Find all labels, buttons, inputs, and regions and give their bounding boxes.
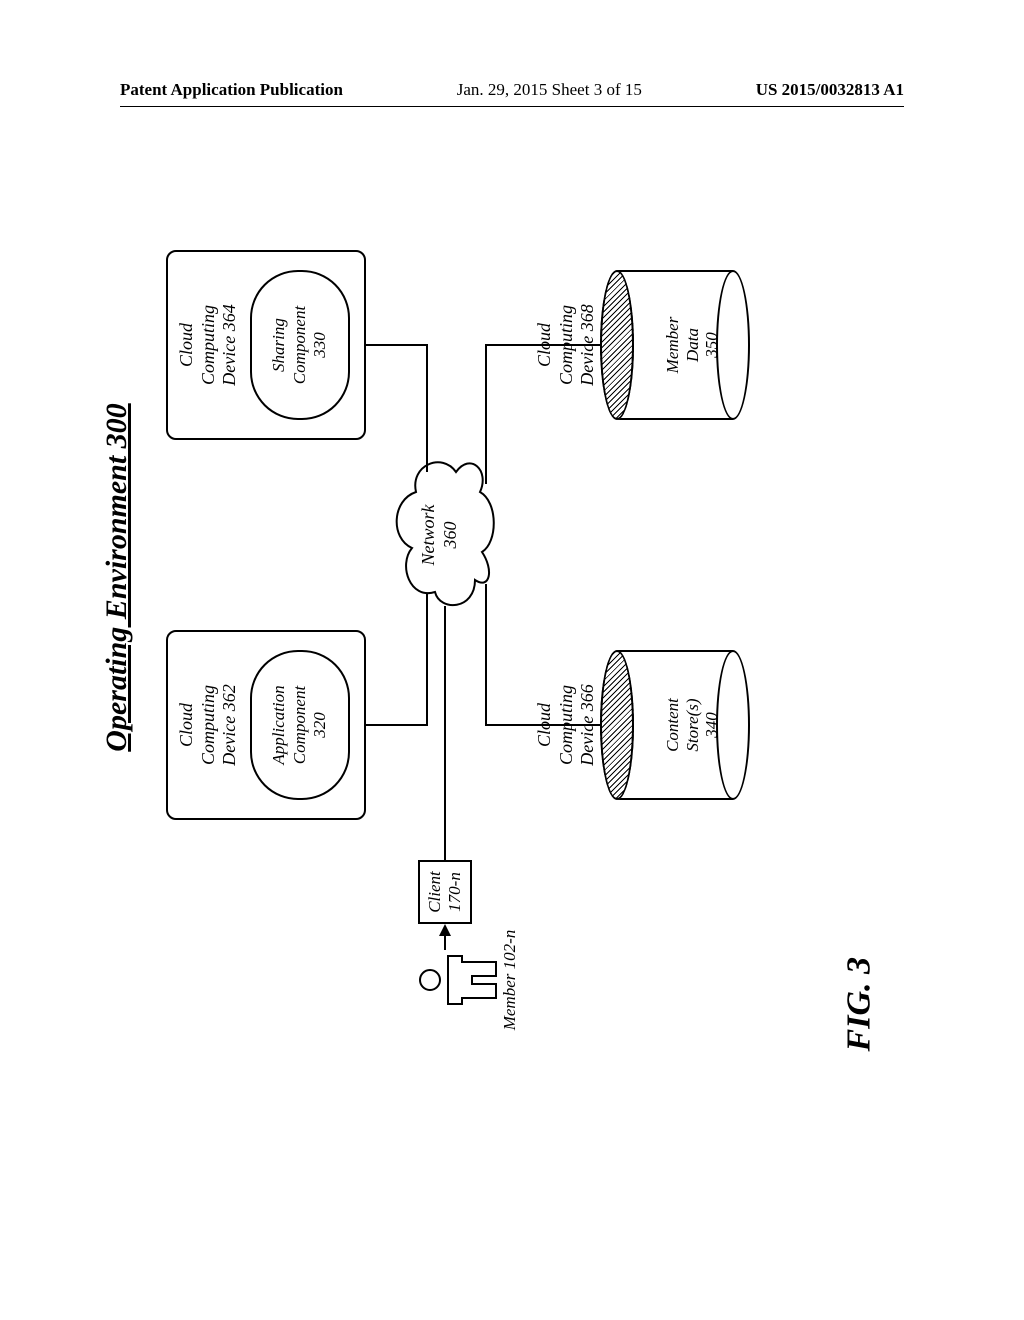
header-rule [120, 106, 904, 107]
disk-top-368 [600, 270, 634, 420]
arrow-member-client-line [444, 934, 446, 950]
header-left: Patent Application Publication [120, 80, 343, 100]
member-label: Member 102-n [500, 920, 520, 1040]
content-store-label: Content Store(s) 340 [663, 650, 722, 800]
network-cloud: Network 360 [380, 450, 500, 620]
disk-top-366 [600, 650, 634, 800]
connector-network-366-v [485, 724, 601, 726]
connector-362-network [366, 724, 428, 726]
cloud-device-364: Cloud Computing Device 364 Sharing Compo… [166, 250, 366, 440]
cloud-device-368: Cloud Computing Device 368 Member Data 3… [600, 270, 750, 420]
figure-label: FIG. 3 [840, 957, 878, 1051]
page: Patent Application Publication Jan. 29, … [0, 0, 1024, 1320]
figure-area: Operating Environment 300 Cloud Computin… [100, 205, 845, 950]
sharing-component: Sharing Component 330 [250, 270, 350, 420]
cloud-device-366: Cloud Computing Device 366 Content Store… [600, 650, 750, 800]
arrow-member-client-head [439, 924, 451, 936]
network-label: Network 360 [380, 450, 500, 620]
connector-364-network-h [426, 344, 428, 472]
member-figure: Member 102-n [418, 950, 528, 1010]
environment-title: Operating Environment 300 [100, 205, 134, 950]
application-component: Application Component 320 [250, 650, 350, 800]
connector-client-network [444, 606, 446, 860]
client-box: Client 170-n [418, 860, 472, 924]
connector-network-366-h [485, 584, 487, 724]
connector-network-368-h [485, 344, 487, 484]
cloud-device-362: Cloud Computing Device 362 Application C… [166, 630, 366, 820]
person-icon [418, 950, 498, 1010]
device-364-title: Cloud Computing Device 364 [176, 252, 241, 438]
member-data-label: Member Data 350 [663, 270, 722, 420]
connector-364-network [366, 344, 428, 346]
header-right: US 2015/0032813 A1 [756, 80, 904, 100]
connector-network-368-v [485, 344, 601, 346]
header-center: Jan. 29, 2015 Sheet 3 of 15 [457, 80, 642, 100]
connector-362-network-h [426, 594, 428, 724]
device-362-title: Cloud Computing Device 362 [176, 632, 241, 818]
page-header: Patent Application Publication Jan. 29, … [0, 80, 1024, 100]
